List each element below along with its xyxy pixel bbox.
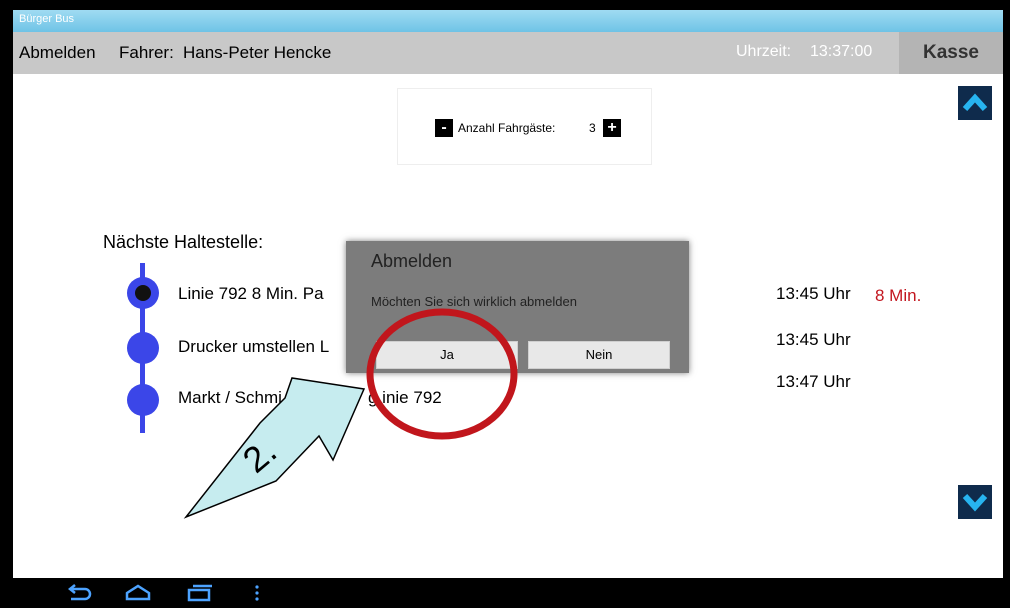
- confirm-button[interactable]: Ja: [376, 341, 518, 369]
- passenger-count-value: 3: [589, 121, 596, 135]
- increase-passengers-button[interactable]: +: [603, 119, 621, 137]
- scroll-up-button[interactable]: [958, 86, 992, 120]
- device-frame: Bürger Bus Abmelden Fahrer: Hans-Peter H…: [0, 0, 1010, 608]
- dialog-message: Möchten Sie sich wirklich abmelden: [371, 294, 577, 309]
- top-bar: Abmelden Fahrer: Hans-Peter Hencke Uhrze…: [13, 32, 1003, 74]
- clock-time: 13:37:00: [810, 43, 873, 60]
- window-titlebar: Bürger Bus: [13, 10, 1003, 32]
- next-stop-heading: Nächste Haltestelle:: [103, 232, 264, 252]
- cancel-button[interactable]: Nein: [528, 341, 670, 369]
- stop-time: 13:47 Uhr: [776, 372, 851, 391]
- stop-name[interactable]: Markt / Schmi: [178, 388, 282, 408]
- recents-icon[interactable]: [185, 583, 215, 603]
- stop-name-continued: g inie 792: [368, 388, 442, 407]
- stop-marker-current: [127, 277, 159, 309]
- chevron-down-icon: [962, 493, 988, 512]
- cash-register-button[interactable]: Kasse: [899, 32, 1003, 74]
- stop-name[interactable]: Linie 792 8 Min. Pa: [178, 284, 324, 304]
- home-icon[interactable]: [123, 583, 153, 603]
- window-title: Bürger Bus: [19, 13, 75, 25]
- driver-name: Hans-Peter Hencke: [183, 43, 332, 62]
- app-screen: Bürger Bus Abmelden Fahrer: Hans-Peter H…: [13, 10, 1003, 608]
- stop-marker: [127, 332, 159, 364]
- scroll-down-button[interactable]: [958, 485, 992, 519]
- dialog-title: Abmelden: [371, 251, 453, 271]
- system-nav-bar: [13, 578, 1003, 608]
- menu-icon[interactable]: [251, 583, 263, 603]
- stop-time: 13:45 Uhr: [776, 330, 851, 349]
- passenger-count-label: Anzahl Fahrgäste:: [458, 121, 556, 135]
- decrease-passengers-button[interactable]: -: [435, 119, 453, 137]
- stop-time: 13:45 Uhr: [776, 284, 851, 303]
- stop-name[interactable]: Drucker umstellen L: [178, 337, 329, 357]
- stop-delay: 8 Min.: [875, 286, 922, 305]
- logout-dialog: Abmelden Möchten Sie sich wirklich abmel…: [346, 241, 689, 373]
- chevron-up-icon: [962, 93, 988, 112]
- clock-label: Uhrzeit:: [736, 43, 792, 60]
- passenger-counter: - Anzahl Fahrgäste: 3 +: [398, 89, 651, 164]
- stop-marker: [127, 384, 159, 416]
- driver-label: Fahrer:: [119, 43, 174, 62]
- back-icon[interactable]: [63, 583, 93, 603]
- logout-button[interactable]: Abmelden: [19, 43, 96, 63]
